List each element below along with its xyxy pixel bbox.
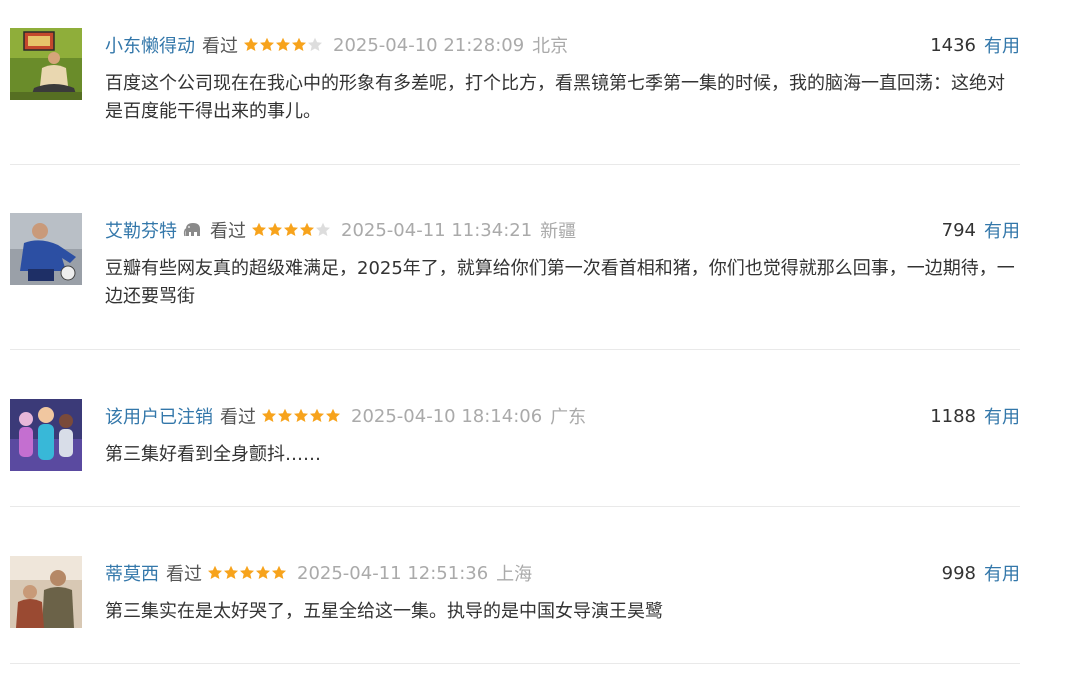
comment-item: 该用户已注销 看过 2025-04-10 18:14:06 广东 1188 有用… — [10, 399, 1020, 507]
comment-time: 2025-04-11 11:34:21 — [341, 219, 533, 241]
comment-time: 2025-04-10 18:14:06 — [351, 405, 543, 427]
comment-meta: 该用户已注销 看过 2025-04-10 18:14:06 广东 1188 有用 — [105, 401, 1020, 431]
comment-item: 蒂莫西 看过 2025-04-11 12:51:36 上海 998 有用 第三集… — [10, 556, 1020, 664]
avatar[interactable] — [10, 399, 82, 471]
comment-item: 艾勒芬特 看过 2025-04-11 11:34:21 新疆 794 有用 豆瓣… — [10, 213, 1020, 350]
useful-button[interactable]: 有用 — [984, 560, 1020, 586]
rating-stars — [207, 565, 287, 581]
star-full-icon — [294, 408, 308, 422]
comment-meta: 蒂莫西 看过 2025-04-11 12:51:36 上海 998 有用 — [105, 558, 1020, 588]
star-full-icon — [262, 408, 276, 422]
comment-text: 豆瓣有些网友真的超级难满足，2025年了，就算给你们第一次看首相和猪，你们也觉得… — [105, 258, 1015, 307]
rating-stars — [261, 408, 341, 424]
vote-area: 1436 有用 — [930, 32, 1020, 58]
star-full-icon — [276, 37, 290, 51]
star-full-icon — [252, 222, 266, 236]
person-sitting-photo-icon — [10, 28, 82, 100]
useful-button[interactable]: 有用 — [984, 403, 1020, 429]
star-full-icon — [300, 222, 314, 236]
username-link[interactable]: 该用户已注销 — [105, 403, 213, 429]
star-full-icon — [244, 37, 258, 51]
comment-item: 小东懒得动 看过 2025-04-10 21:28:09 北京 1436 有用 … — [10, 28, 1020, 165]
star-full-icon — [310, 408, 324, 422]
vote-count: 1188 — [930, 405, 976, 427]
rating-stars — [251, 222, 331, 238]
vote-area: 998 有用 — [942, 560, 1020, 586]
comment-text: 第三集实在是太好哭了，五星全给这一集。执导的是中国女导演王昊鹭 — [105, 601, 663, 622]
star-full-icon — [208, 565, 222, 579]
watched-label: 看过 — [202, 36, 238, 57]
star-full-icon — [224, 565, 238, 579]
star-full-icon — [256, 565, 270, 579]
star-empty-icon — [316, 222, 330, 236]
useful-button[interactable]: 有用 — [984, 217, 1020, 243]
comment-location: 新疆 — [540, 221, 577, 242]
avatar[interactable] — [10, 556, 82, 628]
username-link[interactable]: 艾勒芬特 — [105, 217, 177, 243]
star-full-icon — [260, 37, 274, 51]
star-full-icon — [272, 565, 286, 579]
vote-area: 794 有用 — [942, 217, 1020, 243]
comment-time: 2025-04-11 12:51:36 — [297, 562, 489, 584]
elephant-icon — [183, 221, 203, 239]
comment-location: 上海 — [496, 564, 533, 585]
avatar[interactable] — [10, 213, 82, 285]
animated-characters-photo-icon — [10, 399, 82, 471]
comment-location: 广东 — [550, 407, 587, 428]
comment-time: 2025-04-10 21:28:09 — [333, 34, 525, 56]
vote-area: 1188 有用 — [930, 403, 1020, 429]
star-empty-icon — [308, 37, 322, 51]
vote-count: 794 — [941, 219, 976, 241]
rating-stars — [243, 37, 323, 53]
people-photo-icon — [10, 556, 82, 628]
username-link[interactable]: 小东懒得动 — [105, 32, 195, 58]
football-player-photo-icon — [10, 213, 82, 285]
useful-button[interactable]: 有用 — [984, 32, 1020, 58]
comment-location: 北京 — [532, 36, 569, 57]
star-full-icon — [292, 37, 306, 51]
watched-label: 看过 — [220, 407, 256, 428]
vote-count: 998 — [941, 562, 976, 584]
comment-meta: 艾勒芬特 看过 2025-04-11 11:34:21 新疆 794 有用 — [105, 215, 1020, 245]
star-full-icon — [240, 565, 254, 579]
comment-meta: 小东懒得动 看过 2025-04-10 21:28:09 北京 1436 有用 — [105, 30, 1020, 60]
watched-label: 看过 — [210, 221, 246, 242]
star-full-icon — [278, 408, 292, 422]
star-full-icon — [284, 222, 298, 236]
watched-label: 看过 — [166, 564, 202, 585]
vote-count: 1436 — [930, 34, 976, 56]
username-link[interactable]: 蒂莫西 — [105, 560, 159, 586]
star-full-icon — [326, 408, 340, 422]
star-full-icon — [268, 222, 282, 236]
comment-text: 第三集好看到全身颤抖…… — [105, 444, 321, 465]
avatar[interactable] — [10, 28, 82, 100]
comment-text: 百度这个公司现在在我心中的形象有多差呢，打个比方，看黑镜第七季第一集的时候，我的… — [105, 73, 1005, 122]
